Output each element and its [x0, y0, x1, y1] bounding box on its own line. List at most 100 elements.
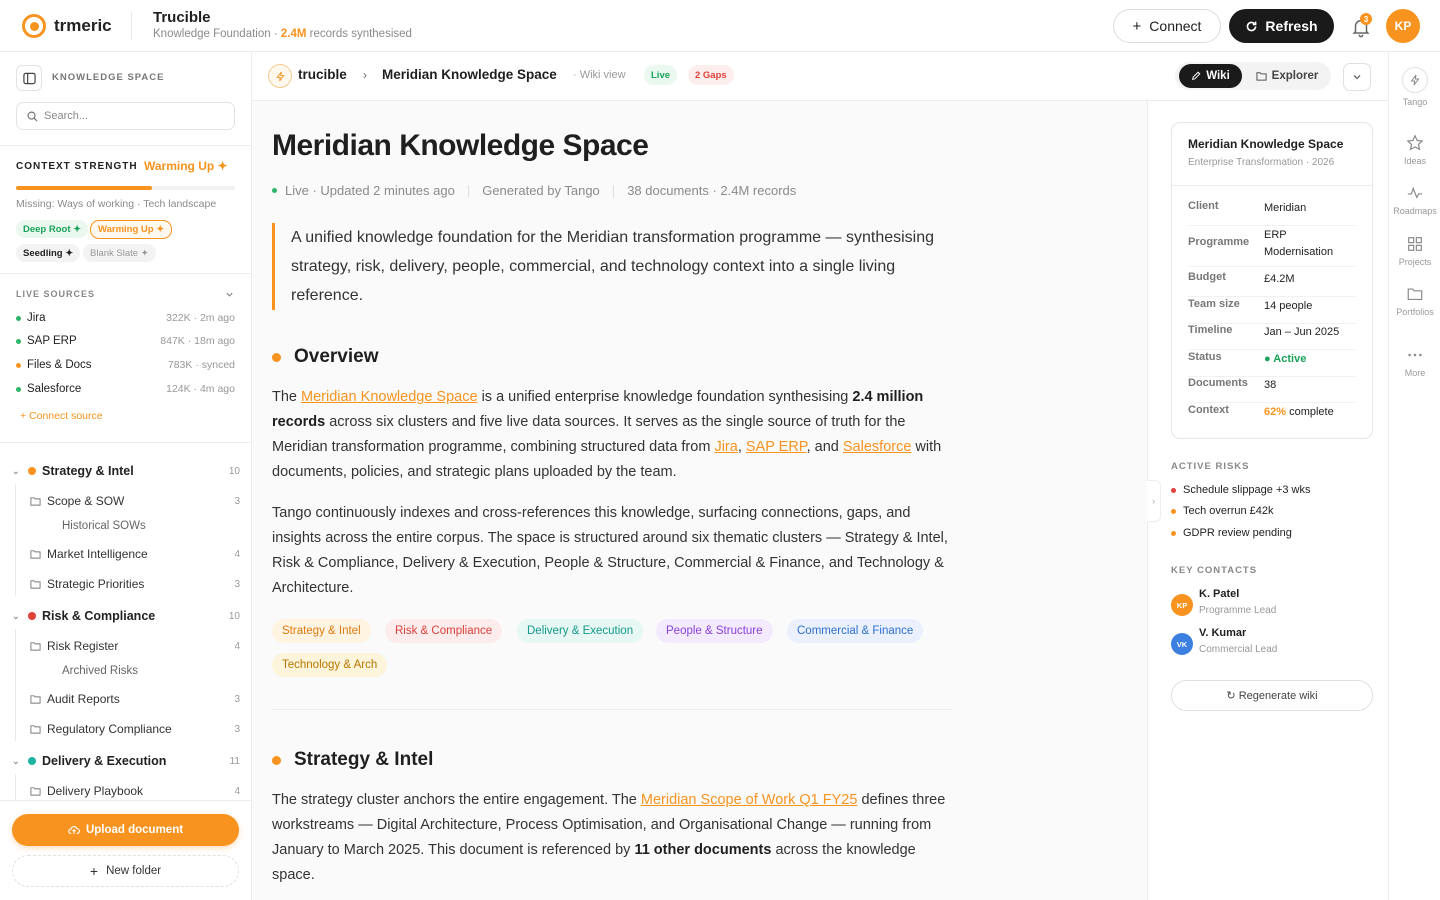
- rail-item-ideas[interactable]: Ideas: [1389, 134, 1440, 166]
- tree-item-regulatory-compliance[interactable]: Regulatory Compliance 3: [30, 720, 240, 738]
- source-item-files-docs[interactable]: Files & Docs 783K · synced: [16, 357, 235, 373]
- plus-icon: +: [89, 863, 99, 879]
- rail-item-portfolios[interactable]: Portfolios: [1389, 285, 1440, 317]
- sidebar-toggle-button[interactable]: [16, 65, 42, 91]
- search-input[interactable]: [44, 110, 214, 122]
- chevron-down-icon[interactable]: [225, 290, 234, 299]
- wiki-article: Meridian Knowledge Space Live · Updated …: [252, 101, 1147, 900]
- sidebar-title: KNOWLEDGE SPACE: [52, 72, 165, 83]
- rail-item-tango[interactable]: Tango: [1389, 67, 1440, 107]
- chevron-down-icon: [1353, 75, 1361, 80]
- view-label: · Wiki view: [573, 69, 626, 81]
- tree-subitem-historical-sows[interactable]: Historical SOWs: [62, 520, 146, 536]
- tree-item-strategic-priorities[interactable]: Strategic Priorities 3: [30, 575, 240, 593]
- source-item-jira[interactable]: Jira 322K · 2m ago: [16, 310, 235, 326]
- avatar: VK: [1171, 633, 1193, 655]
- context-strength-state: Warming Up ✦: [144, 159, 228, 173]
- chip-warming-up[interactable]: Warming Up ✦: [90, 220, 173, 239]
- tab-wiki[interactable]: Wiki: [1179, 64, 1242, 88]
- tree-item-risk-register[interactable]: Risk Register 4: [30, 637, 240, 655]
- tree-item-delivery-playbook[interactable]: Delivery Playbook 4: [30, 782, 240, 800]
- tree-group-strategy-intel[interactable]: ⌄ Strategy & Intel 10: [12, 461, 240, 481]
- link-jira[interactable]: Jira: [714, 439, 737, 455]
- section-dot: [272, 755, 281, 765]
- pulse-icon: [1407, 186, 1423, 199]
- grid-icon: [1408, 237, 1422, 251]
- new-folder-button[interactable]: + New folder: [12, 855, 239, 887]
- tag-strategy-intel[interactable]: Strategy & Intel: [272, 619, 371, 643]
- upload-document-button[interactable]: Upload document: [12, 814, 239, 846]
- summary-card: Meridian Knowledge Space Enterprise Tran…: [1171, 122, 1373, 439]
- context-missing-text: Missing: Ways of working · Tech landscap…: [16, 198, 217, 210]
- logo-text: trmeric: [54, 16, 112, 35]
- options-dropdown-button[interactable]: [1343, 63, 1371, 91]
- rail-item-projects[interactable]: Projects: [1389, 235, 1440, 267]
- breadcrumb-brand[interactable]: trucible: [298, 67, 347, 82]
- context-strength-label: CONTEXT STRENGTH: [16, 161, 138, 172]
- chip-seedling[interactable]: Seedling ✦: [16, 244, 81, 262]
- info-panel: Meridian Knowledge Space Enterprise Tran…: [1147, 101, 1388, 900]
- risk-dot: [1171, 487, 1176, 493]
- strategy-heading: Strategy & Intel: [272, 749, 433, 771]
- chip-deep-root[interactable]: Deep Root ✦: [16, 220, 89, 238]
- connect-source-link[interactable]: + Connect source: [20, 410, 103, 422]
- refresh-button[interactable]: Refresh: [1229, 9, 1334, 43]
- contact-v-kumar[interactable]: VK V. Kumar Commercial Lead: [1171, 627, 1371, 659]
- link-meridian-knowledge-space[interactable]: Meridian Knowledge Space: [301, 389, 478, 405]
- tab-explorer[interactable]: Explorer: [1248, 64, 1326, 88]
- risk-item[interactable]: Schedule slippage +3 wks: [1171, 484, 1311, 496]
- tree-group-delivery-execution[interactable]: ⌄ Delivery & Execution 11: [12, 751, 240, 771]
- cloud-upload-icon: [68, 826, 80, 834]
- app-subtitle: Knowledge Foundation · 2.4M records synt…: [153, 28, 412, 40]
- plus-icon: +: [1132, 17, 1142, 35]
- regenerate-wiki-button[interactable]: ↻ Regenerate wiki: [1171, 680, 1373, 711]
- risk-item[interactable]: Tech overrun £42k: [1171, 505, 1274, 517]
- tree-item-scope-sow[interactable]: Scope & SOW 3: [30, 492, 240, 510]
- link-scope-of-work[interactable]: Meridian Scope of Work Q1 FY25: [641, 792, 858, 808]
- header-divider: [131, 12, 132, 40]
- tree-guide: [15, 484, 16, 596]
- risk-item[interactable]: GDPR review pending: [1171, 527, 1292, 539]
- search-box[interactable]: [16, 102, 235, 130]
- folder-icon: [30, 725, 41, 734]
- connect-button[interactable]: + Connect: [1113, 9, 1221, 43]
- tree-item-market-intelligence[interactable]: Market Intelligence 4: [30, 545, 240, 563]
- context-strength-fill: [16, 186, 152, 190]
- tag-commercial-finance[interactable]: Commercial & Finance: [787, 619, 924, 643]
- chevron-down-icon: ⌄: [12, 465, 20, 476]
- link-sap-erp[interactable]: SAP ERP: [746, 439, 807, 455]
- avatar: KP: [1171, 594, 1193, 616]
- chip-blank-slate[interactable]: Blank Slate ✦: [83, 244, 156, 262]
- status-dot: [16, 315, 21, 321]
- breadcrumb-title[interactable]: Meridian Knowledge Space: [382, 67, 557, 82]
- breadcrumb-separator: ›: [363, 68, 367, 82]
- tree-item-audit-reports[interactable]: Audit Reports 3: [30, 690, 240, 708]
- rail-item-roadmaps[interactable]: Roadmaps: [1389, 184, 1440, 216]
- panel-collapse-handle[interactable]: ›: [1147, 480, 1161, 522]
- star-icon: [1406, 134, 1424, 151]
- row-context: Context 62% complete: [1188, 404, 1334, 418]
- article-summary-quote: A unified knowledge foundation for the M…: [272, 223, 952, 310]
- folder-icon: [30, 695, 41, 704]
- logo[interactable]: trmeric: [22, 14, 112, 38]
- tag-people-structure[interactable]: People & Structure: [656, 619, 773, 643]
- row-team-size: Team size 14 people: [1188, 298, 1356, 324]
- contact-k-patel[interactable]: KP K. Patel Programme Lead: [1171, 588, 1371, 620]
- tag-risk-compliance[interactable]: Risk & Compliance: [385, 619, 503, 643]
- link-salesforce[interactable]: Salesforce: [843, 439, 912, 455]
- rail-item-more[interactable]: More: [1389, 346, 1440, 378]
- source-item-salesforce[interactable]: Salesforce 124K · 4m ago: [16, 381, 235, 397]
- user-avatar[interactable]: KP: [1386, 9, 1420, 43]
- tag-delivery-execution[interactable]: Delivery & Execution: [517, 619, 644, 643]
- folder-icon: [30, 787, 41, 796]
- tree-subitem-archived-risks[interactable]: Archived Risks: [62, 665, 138, 681]
- tag-technology-arch[interactable]: Technology & Arch: [272, 653, 388, 677]
- risk-dot: [1171, 508, 1176, 514]
- tree-group-risk-compliance[interactable]: ⌄ Risk & Compliance 10: [12, 606, 240, 626]
- gaps-badge[interactable]: 2 Gaps: [688, 65, 734, 85]
- row-client: Client Meridian: [1188, 200, 1356, 226]
- folder-icon: [1407, 288, 1423, 300]
- source-item-sap-erp[interactable]: SAP ERP 847K · 18m ago: [16, 333, 235, 349]
- row-status: Status ● Active: [1188, 351, 1356, 377]
- divider: [0, 273, 251, 274]
